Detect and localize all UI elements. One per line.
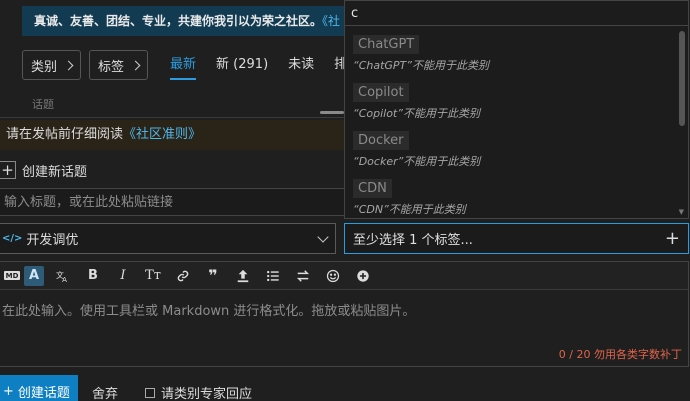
upload-icon[interactable]	[228, 262, 258, 290]
guideline-text: 请在发帖前仔细阅读	[6, 127, 124, 142]
tag-option-note: “CDN”不能用于此类别	[353, 203, 466, 216]
tag-dropdown: ChatGPT “ChatGPT”不能用于此类别 Copilot “Copilo…	[344, 0, 689, 219]
tag-option-note: “Copilot”不能用于此类别	[353, 107, 480, 120]
emoji-icon[interactable]	[318, 262, 348, 290]
composer-resize-handle[interactable]	[320, 111, 344, 114]
topic-navbar: 类别 标签 最新 新 (291) 未读 排	[22, 50, 353, 80]
category-select[interactable]: </> 开发调优	[0, 223, 336, 254]
tab-unread[interactable]: 未读	[288, 50, 314, 80]
category-filter-label: 类别	[31, 59, 58, 75]
composer-action-title: + 创建新话题	[0, 158, 87, 182]
create-topic-button[interactable]: + 创建话题	[0, 375, 78, 401]
plus-icon: +	[0, 161, 16, 179]
tags-filter-label: 标签	[98, 59, 125, 75]
category-select-value: 开发调优	[26, 233, 79, 248]
quote-icon[interactable]: ❞	[198, 262, 228, 290]
tag-option[interactable]: CDN “CDN”不能用于此类别	[345, 175, 675, 223]
editor-toolbar: MD A 文A B I Tт ❞	[0, 262, 688, 290]
font-style-icon[interactable]: A	[24, 265, 44, 286]
create-topic-title: 创建新话题	[22, 164, 88, 180]
tag-option-name: Copilot	[353, 83, 409, 102]
chevron-down-icon	[317, 231, 329, 243]
banner-text: 真诚、友善、团结、专业，共建你我引以为荣之社区。	[34, 14, 323, 28]
chevron-right-icon	[63, 60, 74, 70]
editor: MD A 文A B I Tт ❞ 在此处输入。使用工具栏或 Markdown 进…	[0, 261, 689, 367]
tag-option-note: “Docker”不能用于此类别	[353, 155, 481, 168]
expert-label: 请类别专家回应	[161, 387, 253, 401]
tag-chooser-placeholder: 至少选择 1 个标签...	[353, 233, 473, 248]
announcement-banner: 真诚、友善、团结、专业，共建你我引以为荣之社区。《社	[22, 6, 362, 36]
add-circle-icon[interactable]	[348, 262, 378, 290]
italic-icon[interactable]: I	[108, 262, 138, 290]
link-icon[interactable]	[168, 262, 198, 290]
expert-response-option[interactable]: 请类别专家回应	[145, 383, 252, 401]
translate-icon[interactable]: 文A	[48, 262, 78, 290]
tab-latest[interactable]: 最新	[170, 50, 197, 80]
add-tag-icon[interactable]: +	[665, 228, 680, 249]
tag-option-name: CDN	[353, 179, 392, 198]
category-filter-button[interactable]: 类别	[22, 50, 82, 80]
expert-checkbox[interactable]	[145, 387, 155, 398]
tag-option-name: Docker	[353, 131, 409, 150]
topic-column-header: 话题	[32, 98, 54, 111]
tag-search-input[interactable]	[345, 1, 688, 26]
editor-placeholder: 在此处输入。使用工具栏或 Markdown 进行格式化。拖放或粘贴图片。	[2, 304, 416, 319]
tags-filter-button[interactable]: 标签	[89, 50, 149, 80]
markdown-toggle-icon[interactable]: MD	[4, 271, 20, 280]
guideline-link[interactable]: 《社区准则》	[123, 127, 201, 142]
tag-option[interactable]: ChatGPT “ChatGPT”不能用于此类别	[345, 31, 675, 79]
code-icon: </>	[2, 233, 23, 244]
swap-icon[interactable]	[288, 262, 318, 290]
chevron-right-icon	[130, 60, 141, 70]
bold-icon[interactable]: B	[78, 262, 108, 290]
scrollbar-thumb[interactable]	[679, 31, 685, 126]
tag-option-note: “ChatGPT”不能用于此类别	[353, 59, 489, 72]
create-topic-label: 创建话题	[17, 385, 70, 401]
heading-icon[interactable]: Tт	[138, 262, 168, 290]
tag-options-list: ChatGPT “ChatGPT”不能用于此类别 Copilot “Copilo…	[345, 31, 675, 223]
composer-divider	[0, 117, 345, 118]
svg-text:A: A	[62, 276, 67, 283]
tab-new[interactable]: 新 (291)	[216, 50, 268, 80]
banner-link[interactable]: 《社	[322, 14, 340, 28]
tag-option[interactable]: Copilot “Copilot”不能用于此类别	[345, 79, 675, 127]
discard-button[interactable]: 舍弃	[92, 383, 118, 401]
bullet-list-icon[interactable]	[258, 262, 288, 290]
dropdown-scrollbar[interactable]	[679, 31, 685, 216]
tag-option[interactable]: Docker “Docker”不能用于此类别	[345, 127, 675, 175]
tag-chooser[interactable]: 至少选择 1 个标签... +	[344, 223, 689, 254]
guideline-notice: 请在发帖前仔细阅读《社区准则》	[0, 120, 345, 150]
char-count: 0 / 20 勿用各类字数补丁	[558, 348, 682, 361]
scroll-down-icon[interactable]: ▼	[679, 208, 684, 216]
plus-icon: +	[3, 383, 14, 399]
tag-option-name: ChatGPT	[353, 35, 420, 54]
